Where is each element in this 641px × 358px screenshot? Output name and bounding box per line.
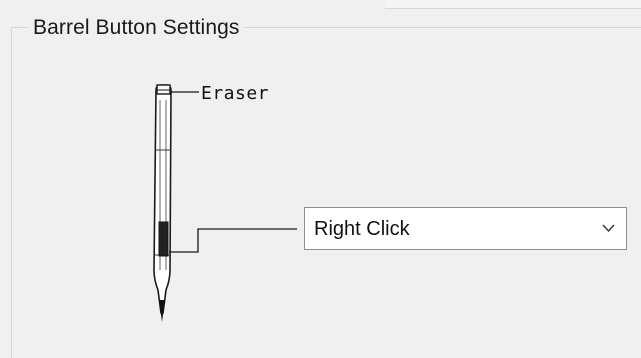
chevron-down-icon [602, 224, 615, 233]
eraser-label: Eraser [201, 83, 270, 104]
dropdown-selected-value: Right Click [314, 218, 410, 240]
stylus-pen-icon [153, 84, 297, 322]
barrel-button-dropdown[interactable]: Right Click [304, 207, 627, 250]
